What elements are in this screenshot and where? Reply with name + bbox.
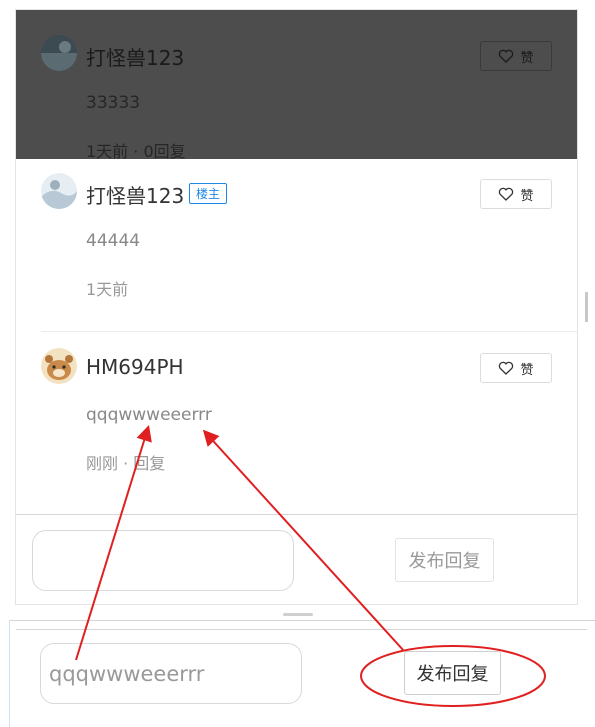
- resize-handle[interactable]: [283, 613, 313, 616]
- publish-reply-button[interactable]: 发布回复: [404, 651, 501, 695]
- like-label: 赞: [520, 188, 534, 204]
- comment-content: 44444: [86, 231, 141, 251]
- like-button[interactable]: 赞: [480, 179, 552, 209]
- like-label: 赞: [520, 50, 534, 66]
- comment-content: qqqwwweeerrr: [86, 405, 212, 425]
- like-button[interactable]: 赞: [480, 41, 552, 71]
- comment-meta[interactable]: 刚刚 · 回复: [86, 450, 165, 474]
- composer-divider: [16, 629, 587, 630]
- comment-content: 33333: [86, 93, 141, 113]
- like-button[interactable]: 赞: [480, 353, 552, 383]
- composer-divider: [16, 514, 577, 515]
- user-name[interactable]: 打怪兽123: [86, 42, 184, 71]
- user-name[interactable]: HM694PH: [86, 355, 184, 379]
- like-label: 赞: [520, 362, 534, 378]
- user-avatar[interactable]: [41, 348, 77, 384]
- comment-meta: 1天前: [86, 280, 129, 299]
- reply-input-filled[interactable]: qqqwwweeerrr: [40, 643, 302, 704]
- heart-icon: [499, 49, 514, 63]
- comment-meta[interactable]: 1天前 · 0回复: [86, 138, 186, 162]
- heart-icon: [499, 187, 514, 201]
- reply-panel: 打怪兽123 赞 33333 1天前 · 0回复 打怪兽123 楼主 赞 444…: [15, 9, 578, 605]
- publish-reply-button[interactable]: 发布回复: [395, 538, 494, 582]
- owner-badge: 楼主: [189, 183, 228, 204]
- user-avatar[interactable]: [41, 173, 77, 209]
- comment-item-dimmed: 打怪兽123 赞 33333 1天前 · 0回复: [16, 10, 577, 162]
- reply-input[interactable]: [32, 530, 294, 591]
- comment-divider: [41, 331, 577, 332]
- user-avatar[interactable]: [41, 35, 77, 71]
- heart-icon: [499, 361, 514, 375]
- user-name[interactable]: 打怪兽123: [86, 180, 184, 209]
- scrollbar-thumb[interactable]: [585, 292, 588, 322]
